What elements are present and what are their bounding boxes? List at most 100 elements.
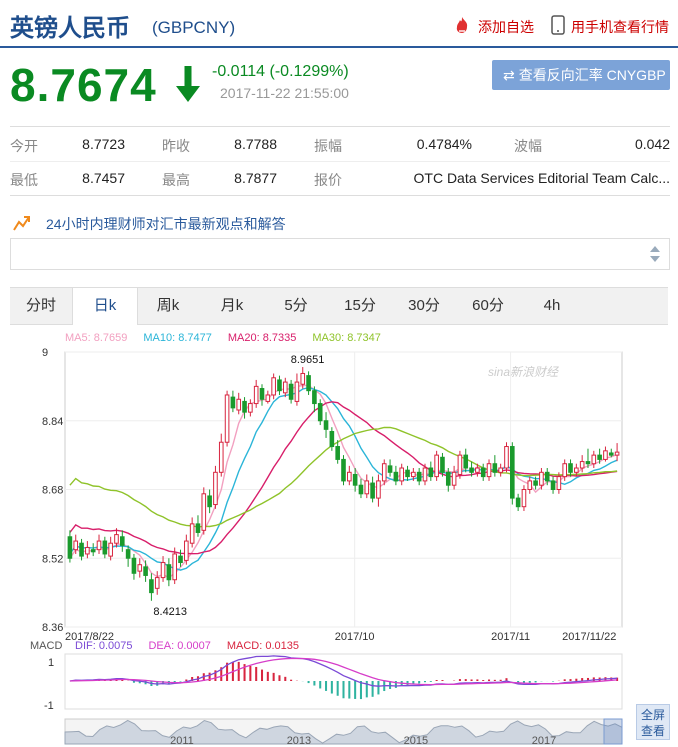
period-tabs: 分时 日k 周k 月k 5分 15分 30分 60分 4h xyxy=(10,287,668,325)
candle-body xyxy=(556,476,562,490)
reverse-rate-button[interactable]: ⇄ 查看反向汇率 CNYGBP xyxy=(492,60,670,90)
stat-label: 今开 xyxy=(10,138,38,154)
phone-icon[interactable] xyxy=(551,15,565,35)
candle-body xyxy=(195,523,201,533)
candle-body xyxy=(434,454,439,478)
navigator-label: 2017 xyxy=(532,735,556,747)
candle-body xyxy=(486,463,492,478)
stat-value: 8.7457 xyxy=(82,170,125,186)
candle-body xyxy=(306,375,311,392)
candle-body xyxy=(184,540,189,561)
flame-icon[interactable] xyxy=(452,15,472,35)
candle-body xyxy=(614,451,620,456)
stat-label: 最高 xyxy=(162,172,190,188)
tab-4h[interactable]: 4h xyxy=(520,288,584,324)
candle-body xyxy=(347,471,352,482)
candle-body xyxy=(533,480,538,486)
candle-body xyxy=(574,467,579,473)
navigator-label: 2011 xyxy=(170,735,194,747)
stat-value: 0.4784% xyxy=(416,136,472,152)
candle-body xyxy=(515,497,521,508)
candle-body xyxy=(480,467,486,478)
tab-weekly[interactable]: 周k xyxy=(136,288,200,324)
candle-body xyxy=(376,480,381,499)
candle-body xyxy=(445,471,451,486)
candle-body xyxy=(114,534,119,544)
down-arrow-icon xyxy=(176,66,200,102)
candle-body xyxy=(341,458,346,482)
stat-value: 8.7723 xyxy=(82,136,125,152)
tab-monthly[interactable]: 月k xyxy=(200,288,264,324)
candle-body xyxy=(102,540,108,555)
quote-timestamp: 2017-11-22 21:55:00 xyxy=(220,85,349,101)
ma-legend: MA20: 8.7335 xyxy=(228,332,297,344)
candle-body xyxy=(568,463,573,473)
scroll-arrows-icon[interactable] xyxy=(649,243,661,265)
candle-body xyxy=(248,403,253,413)
candle-body xyxy=(277,379,282,392)
y-tick-label: 8.52 xyxy=(42,553,63,565)
tab-minute[interactable]: 分时 xyxy=(10,288,72,324)
candle-body xyxy=(201,493,207,531)
navigator-label: 2013 xyxy=(287,735,311,747)
candle-body xyxy=(218,441,224,473)
candle-body xyxy=(172,553,177,581)
candle-body xyxy=(329,430,335,448)
trend-icon xyxy=(13,216,30,231)
candle-body xyxy=(207,495,212,508)
dea-line xyxy=(69,657,618,686)
candle-body xyxy=(317,403,323,422)
tab-60min[interactable]: 60分 xyxy=(456,288,520,324)
tab-daily[interactable]: 日k xyxy=(72,288,138,325)
candle-body xyxy=(603,450,608,460)
ma-legend: MA5: 8.7659 xyxy=(65,332,127,344)
navigator-label: 2015 xyxy=(404,735,428,747)
mobile-view-link[interactable]: 用手机查看行情 xyxy=(571,17,669,37)
candle-body xyxy=(131,557,137,574)
ma-legend: MA30: 8.7347 xyxy=(312,332,381,344)
y-tick-label: 9 xyxy=(42,347,48,359)
candle-body xyxy=(259,388,265,400)
candle-body xyxy=(154,577,160,589)
candle-body xyxy=(213,471,218,506)
watermark: sina新浪财经 xyxy=(488,365,560,379)
candle-body xyxy=(79,542,84,557)
x-tick-label: 2017/11/22 xyxy=(562,631,616,643)
candle-body xyxy=(492,463,498,473)
y-tick-label: 8.84 xyxy=(42,416,63,428)
candle-body xyxy=(253,385,259,405)
candle-body xyxy=(469,467,474,473)
candle-body xyxy=(591,454,597,465)
tab-5min[interactable]: 5分 xyxy=(264,288,328,324)
macd-y-tick: -1 xyxy=(44,700,54,712)
kline-chart[interactable]: MA5: 8.7659 MA10: 8.7477 MA20: 8.7335 MA30:… xyxy=(0,324,678,747)
candle-body xyxy=(73,540,79,551)
candle-body xyxy=(405,469,410,478)
tab-30min[interactable]: 30分 xyxy=(392,288,456,324)
candle-body xyxy=(399,467,405,482)
current-price: 8.7674 xyxy=(10,59,157,111)
page-title: 英镑人民币 xyxy=(10,15,130,42)
candle-body xyxy=(352,473,358,486)
candle-body xyxy=(119,536,125,546)
candle-body xyxy=(312,390,317,405)
stat-label: 昨收 xyxy=(162,138,190,154)
candle-body xyxy=(422,467,428,482)
candle-body xyxy=(416,471,422,482)
candle-body xyxy=(411,471,416,478)
add-favorite-link[interactable]: 添加自选 xyxy=(478,17,534,37)
candle-body xyxy=(271,377,276,396)
x-tick-label: 2017/11 xyxy=(491,631,530,643)
y-tick-label: 8.36 xyxy=(42,622,63,634)
candle-body xyxy=(160,562,166,579)
advisor-link[interactable]: 24小时内理财师对汇市最新观点和解答 xyxy=(46,214,286,234)
candle-body xyxy=(498,467,503,473)
candle-body xyxy=(236,398,242,411)
candle-body xyxy=(539,471,544,486)
candle-body xyxy=(544,471,550,482)
tab-15min[interactable]: 15分 xyxy=(328,288,392,324)
candle-body xyxy=(282,381,288,394)
stat-value: 0.042 xyxy=(634,136,670,152)
fullscreen-button[interactable]: 全屏查看 xyxy=(636,704,670,740)
candle-body xyxy=(242,400,247,413)
